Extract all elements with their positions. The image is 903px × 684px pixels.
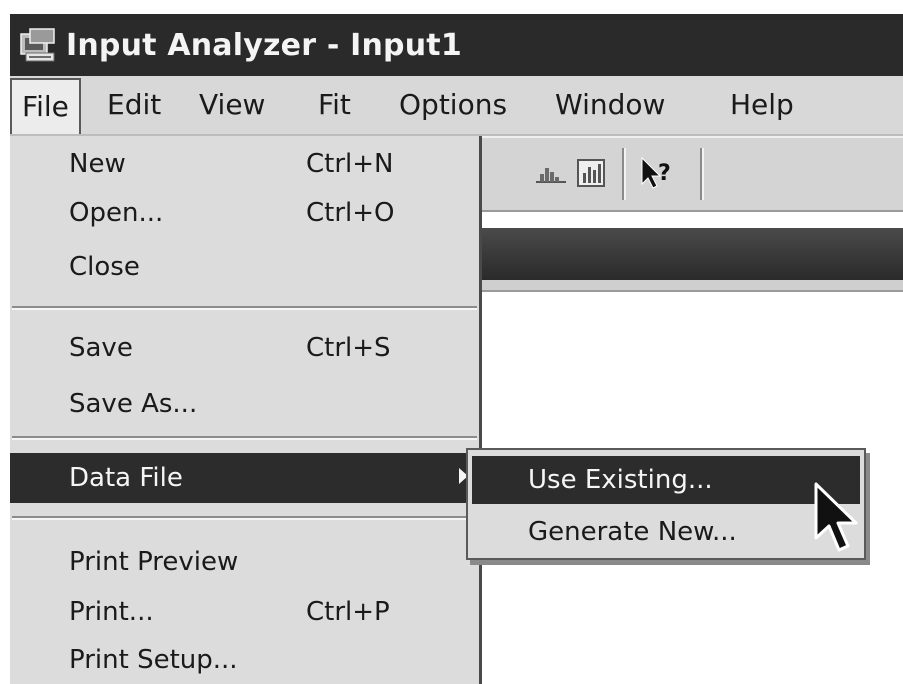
menu-item-label: Open... <box>69 198 164 228</box>
input-analyzer-app-icon <box>20 28 55 62</box>
svg-text:?: ? <box>658 161 671 186</box>
menu-item-shortcut: Ctrl+P <box>306 597 390 627</box>
menu-view[interactable]: View <box>199 76 265 134</box>
menu-item-label: Print Preview <box>69 547 239 577</box>
menu-item-label: Print... <box>69 597 154 627</box>
menu-separator <box>12 516 477 520</box>
window-titlebar[interactable]: Input Analyzer - Input1 <box>10 14 903 76</box>
menu-file[interactable]: File <box>10 78 81 134</box>
toolbar-separator <box>700 148 704 200</box>
toolbar-separator <box>622 148 626 200</box>
menu-options[interactable]: Options <box>399 76 507 134</box>
menu-item-save[interactable]: Save Ctrl+S <box>10 324 479 372</box>
submenu-item-generate-new[interactable]: Generate New... <box>472 508 860 556</box>
menu-item-label: Save <box>69 333 133 363</box>
histogram-icon[interactable] <box>534 160 568 186</box>
chart-icon[interactable] <box>576 158 608 188</box>
menu-item-close[interactable]: Close <box>10 243 479 291</box>
menu-item-label: Generate New... <box>528 517 737 547</box>
menu-item-print-setup[interactable]: Print Setup... <box>10 636 479 684</box>
menu-item-label: Data File <box>69 463 183 493</box>
menu-separator <box>12 306 477 310</box>
menu-item-label: Use Existing... <box>528 465 713 495</box>
menu-bar: File Edit View Fit Options Window Help <box>10 76 903 136</box>
menu-item-open[interactable]: Open... Ctrl+O <box>10 189 479 237</box>
submenu-item-use-existing[interactable]: Use Existing... <box>472 456 860 504</box>
menu-item-new[interactable]: New Ctrl+N <box>10 140 479 188</box>
window-title: Input Analyzer - Input1 <box>66 27 462 63</box>
menu-item-data-file[interactable]: Data File <box>10 453 479 503</box>
menu-item-label: Close <box>69 252 140 282</box>
menu-item-label: Save As... <box>69 389 198 419</box>
file-menu-dropdown: New Ctrl+N Open... Ctrl+O Close Save Ctr… <box>10 136 482 684</box>
menu-fit[interactable]: Fit <box>318 76 351 134</box>
menu-help[interactable]: Help <box>730 76 794 134</box>
menu-item-label: New <box>69 149 126 179</box>
menu-item-print[interactable]: Print... Ctrl+P <box>10 588 479 636</box>
menu-item-shortcut: Ctrl+N <box>306 149 394 179</box>
menu-item-print-preview[interactable]: Print Preview <box>10 538 479 586</box>
menu-separator <box>12 436 477 440</box>
menu-window[interactable]: Window <box>555 76 665 134</box>
mouse-pointer-icon <box>814 482 858 552</box>
menu-item-shortcut: Ctrl+S <box>306 333 391 363</box>
menu-edit[interactable]: Edit <box>107 76 161 134</box>
context-help-icon[interactable]: ? <box>638 154 678 192</box>
data-file-submenu: Use Existing... Generate New... <box>466 448 866 560</box>
menu-item-save-as[interactable]: Save As... <box>10 380 479 428</box>
menu-item-label: Print Setup... <box>69 645 238 675</box>
menu-item-shortcut: Ctrl+O <box>306 198 395 228</box>
